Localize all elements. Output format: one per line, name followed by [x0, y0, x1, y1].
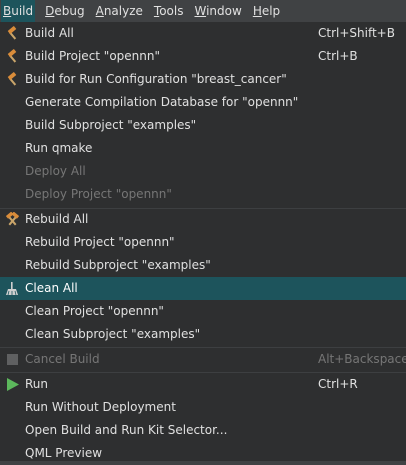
menu-item-label: Run	[25, 377, 49, 391]
menu-item-clean-subproject[interactable]: Clean Subproject "examples"	[0, 323, 406, 346]
menu-item-build-for-run-configuration[interactable]: Build for Run Configuration "breast_canc…	[0, 68, 406, 91]
menu-item-shortcut: Alt+Backspace	[318, 352, 406, 366]
rebuild-hammers-icon	[6, 212, 19, 226]
stop-icon	[7, 354, 18, 365]
menu-item-label: Build for Run Configuration "breast_canc…	[25, 72, 287, 86]
menu-tools[interactable]: Tools	[153, 0, 185, 22]
menu-item-deploy-all: Deploy All	[0, 160, 406, 183]
menu-analyze-label: nalyze	[103, 4, 143, 18]
menu-item-label: Open Build and Run Kit Selector...	[25, 423, 228, 437]
menu-item-label: Deploy All	[25, 164, 86, 178]
menu-item-open-kit-selector[interactable]: Open Build and Run Kit Selector...	[0, 419, 406, 442]
menu-item-cancel-build: Cancel Build Alt+Backspace	[0, 348, 406, 371]
menu-item-run[interactable]: Run Ctrl+R	[0, 373, 406, 396]
menu-debug-mnemonic: D	[45, 4, 55, 18]
menu-build[interactable]: Build	[1, 0, 36, 22]
menu-item-label: Generate Compilation Database for "openn…	[25, 95, 299, 109]
menu-item-label: Clean Project "opennn"	[25, 304, 164, 318]
menu-item-generate-compilation-database[interactable]: Generate Compilation Database for "openn…	[0, 91, 406, 114]
menu-item-shortcut: Ctrl+R	[318, 377, 358, 391]
menu-item-label: Build All	[25, 26, 74, 40]
menu-item-label: Rebuild Project "opennn"	[25, 235, 175, 249]
menu-item-build-subproject[interactable]: Build Subproject "examples"	[0, 114, 406, 137]
menu-debug[interactable]: Debug	[44, 0, 85, 22]
menu-item-shortcut: Ctrl+B	[318, 49, 358, 63]
menu-item-label: Rebuild Subproject "examples"	[25, 258, 211, 272]
menu-item-run-qmake[interactable]: Run qmake	[0, 137, 406, 160]
menu-item-clean-project[interactable]: Clean Project "opennn"	[0, 300, 406, 323]
broom-icon	[6, 282, 18, 296]
menu-item-rebuild-subproject[interactable]: Rebuild Subproject "examples"	[0, 254, 406, 277]
menu-help-mnemonic: H	[252, 4, 262, 18]
menu-build-mnemonic: B	[3, 4, 12, 18]
menu-item-run-without-deployment[interactable]: Run Without Deployment	[0, 396, 406, 419]
menu-item-label: Cancel Build	[25, 352, 100, 366]
menu-item-label: Run Without Deployment	[25, 400, 176, 414]
menu-item-label: Clean All	[25, 281, 78, 295]
hammer-icon	[7, 26, 17, 40]
menu-help[interactable]: Help	[252, 0, 281, 22]
menu-item-clean-all[interactable]: Clean All	[0, 277, 406, 300]
menu-help-label: elp	[261, 4, 281, 18]
menu-debug-label: ebug	[54, 4, 85, 18]
menu-item-label: Build Subproject "examples"	[25, 118, 197, 132]
menu-item-label: Rebuild All	[25, 212, 89, 226]
menu-build-label: uild	[11, 4, 34, 18]
hammer-icon	[7, 72, 17, 86]
menu-window[interactable]: Window	[193, 0, 242, 22]
menu-analyze[interactable]: Analyze	[95, 0, 144, 22]
build-menu-dropdown: Build All Ctrl+Shift+B Build Project "op…	[0, 22, 406, 461]
menu-item-rebuild-all[interactable]: Rebuild All	[0, 208, 406, 231]
hammer-icon	[7, 49, 17, 63]
menu-item-label: Deploy Project "opennn"	[25, 187, 172, 201]
run-icon	[7, 378, 19, 391]
menu-item-label: Clean Subproject "examples"	[25, 327, 201, 341]
menu-item-build-project[interactable]: Build Project "opennn" Ctrl+B	[0, 45, 406, 68]
menu-item-rebuild-project[interactable]: Rebuild Project "opennn"	[0, 231, 406, 254]
menu-item-qml-preview[interactable]: QML Preview	[0, 442, 406, 465]
menu-item-deploy-project: Deploy Project "opennn"	[0, 183, 406, 206]
menu-item-shortcut: Ctrl+Shift+B	[318, 26, 395, 40]
menu-bar: Build Debug Analyze Tools Window Help	[0, 0, 406, 22]
menu-item-label: QML Preview	[25, 446, 103, 460]
menu-item-build-all[interactable]: Build All Ctrl+Shift+B	[0, 22, 406, 45]
menu-item-label: Run qmake	[25, 141, 93, 155]
menu-window-mnemonic: W	[194, 4, 207, 18]
menu-tools-label: ools	[159, 4, 184, 18]
menu-window-label: indow	[206, 4, 242, 18]
menu-item-label: Build Project "opennn"	[25, 49, 161, 63]
menu-analyze-mnemonic: A	[95, 4, 104, 18]
